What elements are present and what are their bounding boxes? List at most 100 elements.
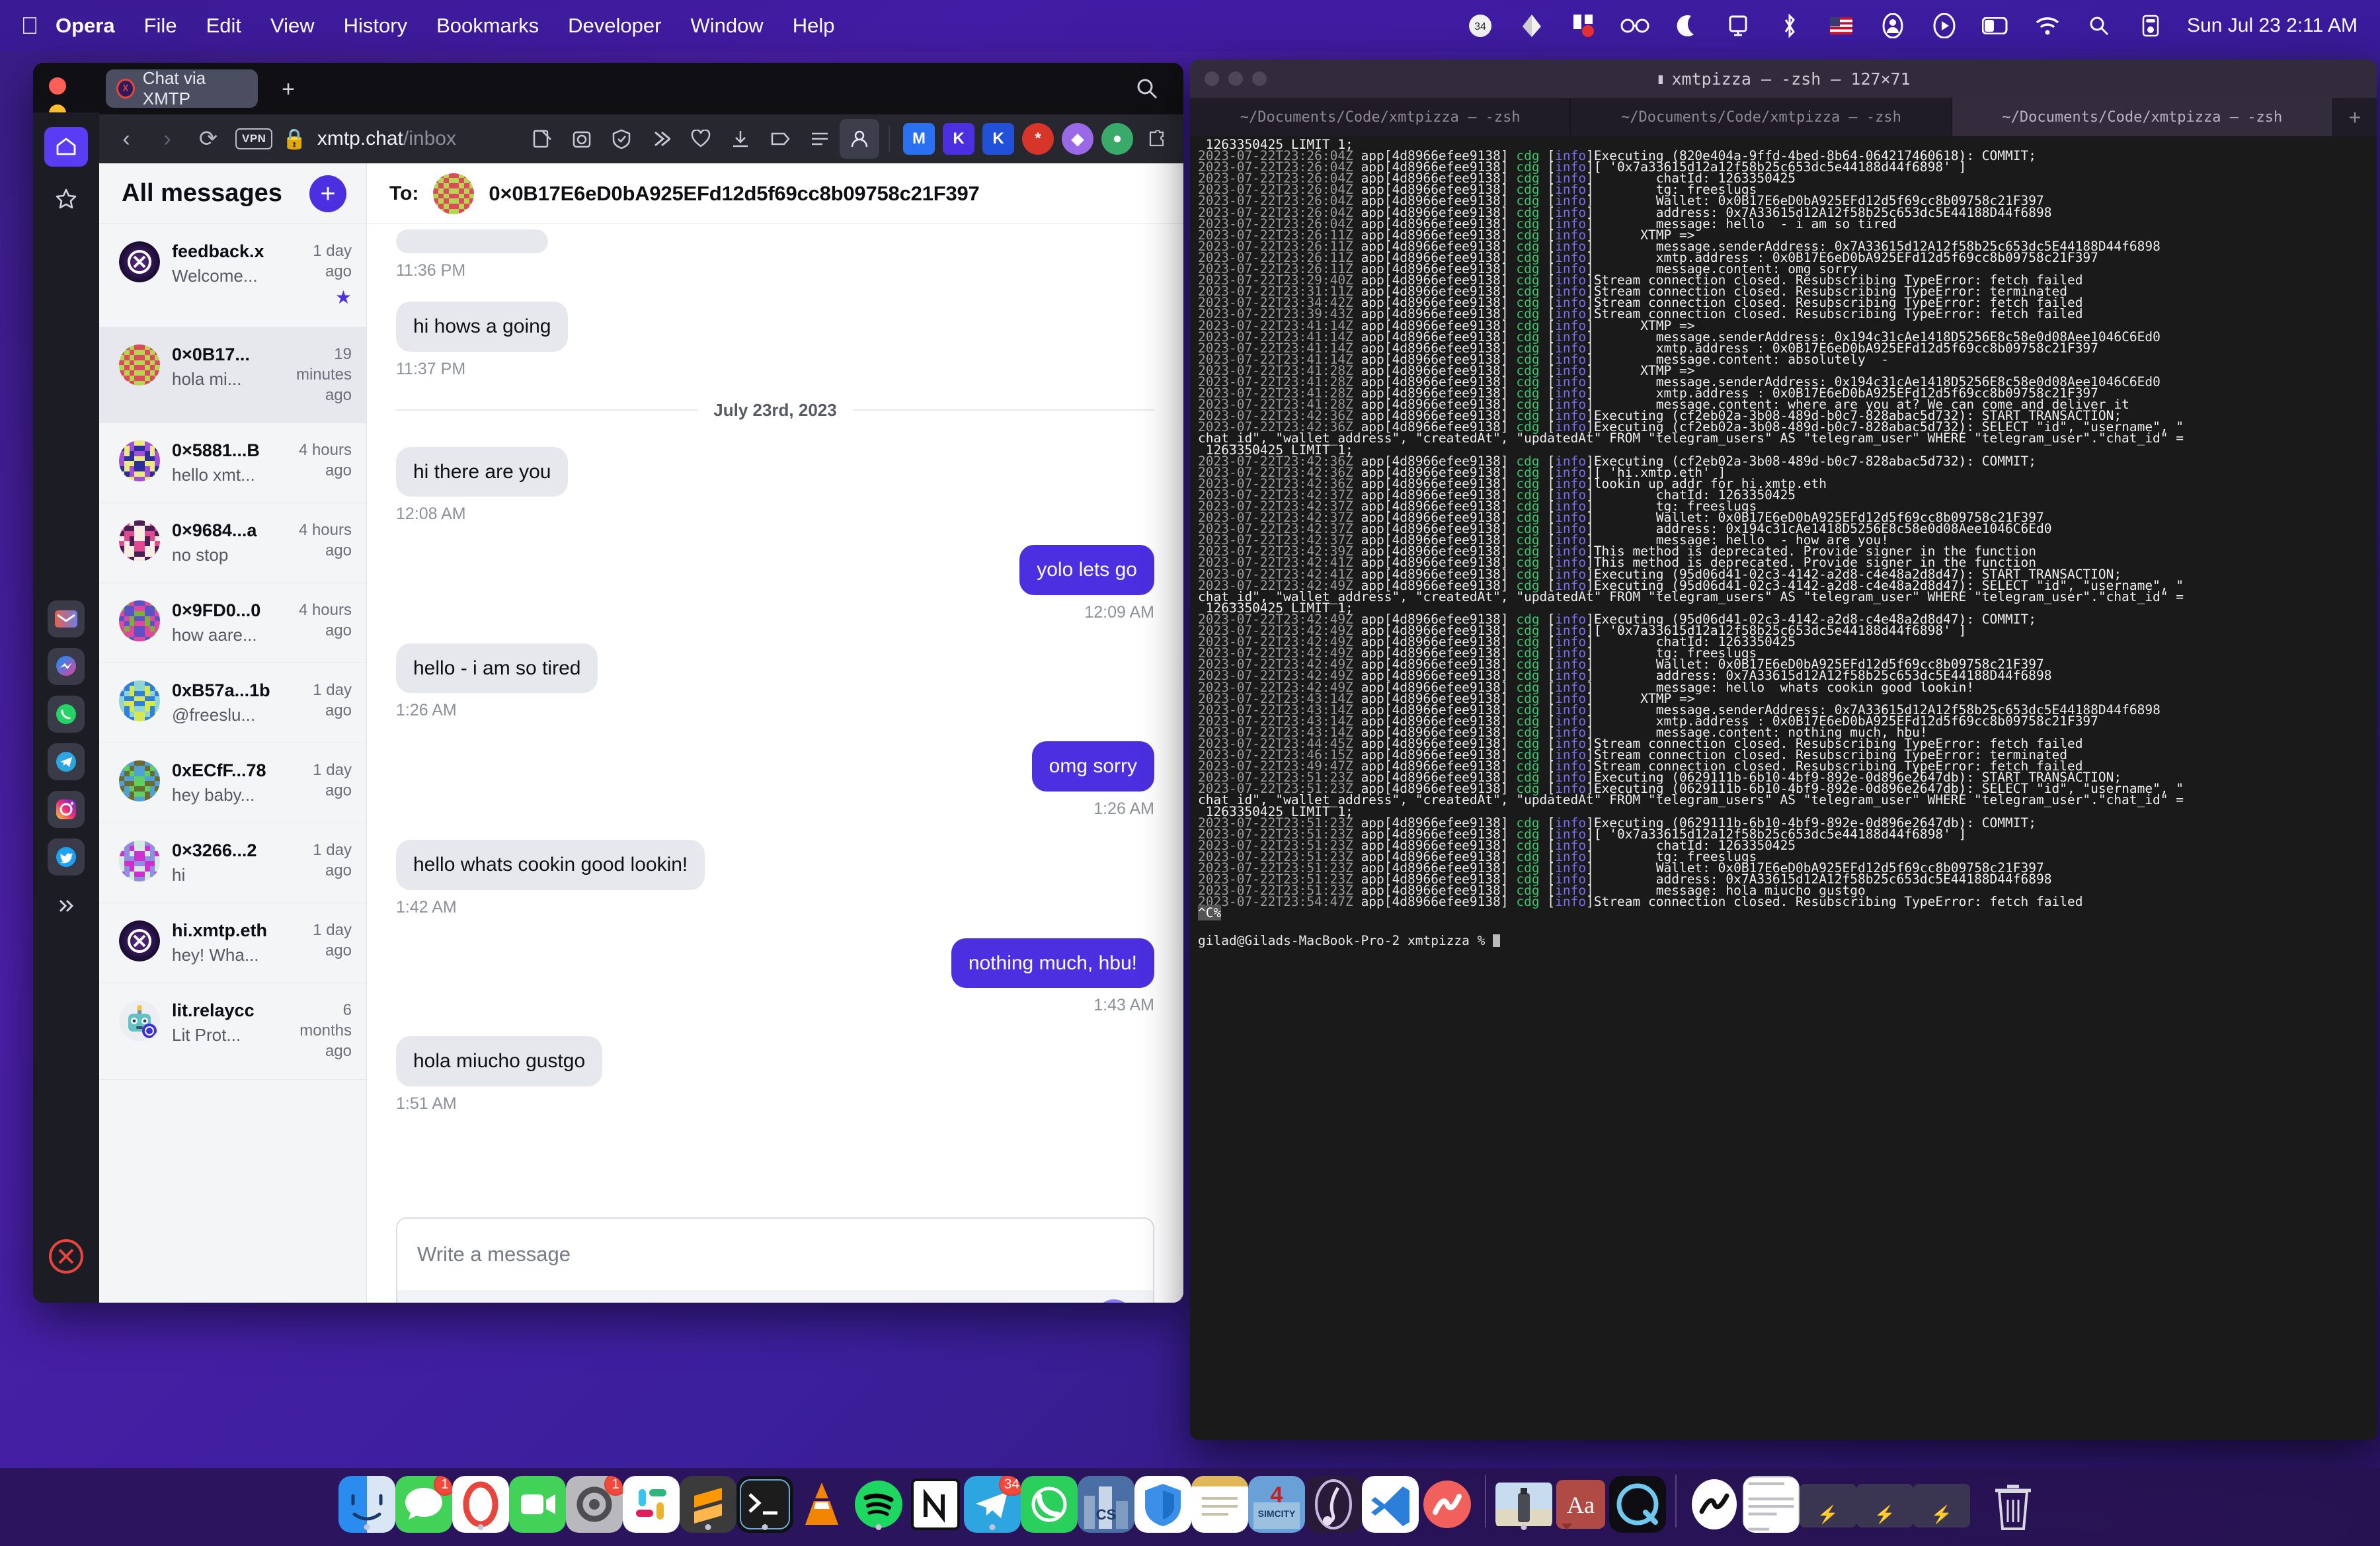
more-icon[interactable] xyxy=(44,886,88,926)
message-bubble[interactable]: nothing much, hbu! xyxy=(951,938,1154,989)
terminal-traffic-lights[interactable] xyxy=(1205,71,1267,86)
list-item[interactable]: 0×0B17...hola mi...19 minutes ago xyxy=(99,327,366,423)
k-purple-icon[interactable]: K xyxy=(939,119,978,159)
notion-icon[interactable] xyxy=(907,1476,964,1533)
terminal-maximize-button[interactable] xyxy=(1252,71,1267,86)
home-icon[interactable] xyxy=(44,127,88,167)
moon-icon[interactable] xyxy=(1661,0,1712,52)
metamask-icon[interactable]: M xyxy=(899,119,939,159)
terminal-minimize-button[interactable] xyxy=(1228,71,1243,86)
tag-icon[interactable] xyxy=(760,119,800,159)
k-orange-icon[interactable]: K xyxy=(978,119,1018,159)
list-item[interactable]: 0×5881...Bhello xmt...4 hours ago xyxy=(99,423,366,503)
github-icon[interactable]: ● xyxy=(1097,119,1137,159)
heart-icon[interactable] xyxy=(681,119,721,159)
opera-icon[interactable] xyxy=(452,1476,509,1533)
star-icon[interactable] xyxy=(44,179,88,218)
wifi-icon[interactable] xyxy=(2022,0,2073,52)
message-bubble[interactable]: hello whats cookin good lookin! xyxy=(396,840,705,890)
apple-menu-icon[interactable]:  xyxy=(19,13,41,39)
puzzle-icon[interactable] xyxy=(1137,119,1177,159)
terminal-window-1-icon[interactable]: ⚡ xyxy=(1800,1484,1856,1527)
brave-icon[interactable] xyxy=(1134,1476,1191,1533)
battery-rect-icon[interactable] xyxy=(1970,0,2022,52)
list-item[interactable]: feedback.xWelcome...1 day ago★ xyxy=(99,224,366,327)
notes-icon[interactable] xyxy=(1191,1476,1248,1533)
keyboard-shortcut-icon[interactable] xyxy=(1558,0,1609,52)
play-circle-icon[interactable] xyxy=(1919,0,1970,52)
terminal-new-tab-button[interactable]: + xyxy=(2333,98,2377,136)
list-item[interactable]: 0xB57a...1b@freeslu...1 day ago xyxy=(99,663,366,743)
camera-icon[interactable] xyxy=(562,119,602,159)
menu-bar-clock[interactable]: Sun Jul 23 2:11 AM xyxy=(2176,15,2358,37)
nothing-window-icon[interactable] xyxy=(1686,1476,1743,1533)
menu-developer[interactable]: Developer xyxy=(553,14,676,38)
sidebar-item-messenger[interactable] xyxy=(48,648,85,685)
sidebar-item-whatsapp[interactable] xyxy=(48,696,85,733)
vlc-icon[interactable] xyxy=(793,1476,850,1533)
garageband-icon[interactable] xyxy=(1305,1476,1362,1533)
message-bubble[interactable] xyxy=(396,229,548,253)
lastpass-icon[interactable]: * xyxy=(1018,119,1058,159)
menu-view[interactable]: View xyxy=(256,14,329,38)
menu-history[interactable]: History xyxy=(329,14,422,38)
back-button[interactable]: ‹ xyxy=(106,118,147,159)
trash-icon[interactable] xyxy=(1985,1476,2042,1533)
menu-opera[interactable]: Opera xyxy=(41,14,130,38)
tab-search-icon[interactable] xyxy=(1136,77,1158,106)
preview-photo-icon[interactable] xyxy=(1495,1476,1552,1533)
vscode-icon[interactable] xyxy=(1362,1476,1419,1533)
terminal-tab-2[interactable]: ~/Documents/Code/xmtpizza — -zsh xyxy=(1571,98,1952,136)
messages-icon[interactable]: 1 xyxy=(395,1476,452,1533)
new-tab-button[interactable]: + xyxy=(276,79,300,102)
menu-help[interactable]: Help xyxy=(778,14,850,38)
message-bubble[interactable]: hello - i am so tired xyxy=(396,643,598,694)
nothing-icon[interactable] xyxy=(1419,1476,1476,1533)
url-field[interactable]: xmtp.chat/inbox xyxy=(317,128,456,150)
terminal-window-2-icon[interactable]: ⚡ xyxy=(1856,1484,1913,1527)
list-item[interactable]: 0×9684...ano stop4 hours ago xyxy=(99,503,366,583)
search-icon[interactable] xyxy=(2073,0,2125,52)
font-book-icon[interactable]: Aa xyxy=(1552,1476,1609,1533)
terminal-tab-1[interactable]: ~/Documents/Code/xmtpizza — -zsh xyxy=(1190,98,1571,136)
list-item[interactable]: 0xECfF...78hey baby...1 day ago xyxy=(99,743,366,823)
list-item[interactable]: lit.relayccLit Prot...6 months ago xyxy=(99,983,366,1079)
menu-file[interactable]: File xyxy=(130,14,192,38)
list-item[interactable]: hi.xmtp.ethhey! Wha...1 day ago xyxy=(99,903,366,983)
menu-bookmarks[interactable]: Bookmarks xyxy=(422,14,553,38)
ethereum-icon[interactable]: ◆ xyxy=(1058,119,1097,159)
calendar-34-icon[interactable]: 34 xyxy=(1454,0,1506,52)
control-center-icon[interactable] xyxy=(2125,0,2176,52)
xmtp-account-icon[interactable] xyxy=(44,1237,88,1276)
telegram-icon[interactable]: 34 xyxy=(964,1476,1021,1533)
menu-edit[interactable]: Edit xyxy=(192,14,256,38)
sidebar-item-mail[interactable] xyxy=(48,600,85,637)
download-icon[interactable] xyxy=(721,119,760,159)
reload-button[interactable]: ⟳ xyxy=(188,118,229,159)
forward-button[interactable]: › xyxy=(147,118,188,159)
terminal-close-button[interactable] xyxy=(1205,71,1219,86)
facetime-icon[interactable] xyxy=(509,1476,566,1533)
terminal-window-3-icon[interactable]: ⚡ xyxy=(1913,1484,1970,1527)
sidebar-item-instagram[interactable] xyxy=(48,791,85,828)
terminal-output[interactable]: 1263350425 LIMIT 1;2023-07-22T23:26:04Z … xyxy=(1190,136,2377,1440)
list-item[interactable]: 0×9FD0...0how aare...4 hours ago xyxy=(99,583,366,663)
slack-icon[interactable] xyxy=(623,1476,680,1533)
message-bubble[interactable]: omg sorry xyxy=(1032,741,1154,792)
snapshot-icon[interactable] xyxy=(522,119,562,159)
simcity-3000-icon[interactable]: CS xyxy=(1078,1476,1134,1533)
terminal-tab-3[interactable]: ~/Documents/Code/xmtpizza — -zsh xyxy=(1952,98,2333,136)
menu-window[interactable]: Window xyxy=(676,14,777,38)
profile-icon[interactable] xyxy=(840,119,879,159)
list-item[interactable]: 0×3266...2hi1 day ago xyxy=(99,823,366,903)
whatsapp-icon[interactable] xyxy=(1021,1476,1078,1533)
new-conversation-button[interactable]: + xyxy=(309,175,346,212)
sidebar-item-twitter[interactable] xyxy=(48,838,85,875)
us-flag-icon[interactable] xyxy=(1815,0,1867,52)
browser-tab-active[interactable]: ☓ Chat via XMTP xyxy=(106,69,258,108)
conversation-list[interactable]: feedback.xWelcome...1 day ago★0×0B17...h… xyxy=(99,224,366,1303)
close-window-button[interactable] xyxy=(49,77,66,95)
sidebar-item-telegram[interactable] xyxy=(48,743,85,780)
message-bubble[interactable]: hola miucho gustgo xyxy=(396,1036,602,1086)
display-icon[interactable] xyxy=(1712,0,1764,52)
